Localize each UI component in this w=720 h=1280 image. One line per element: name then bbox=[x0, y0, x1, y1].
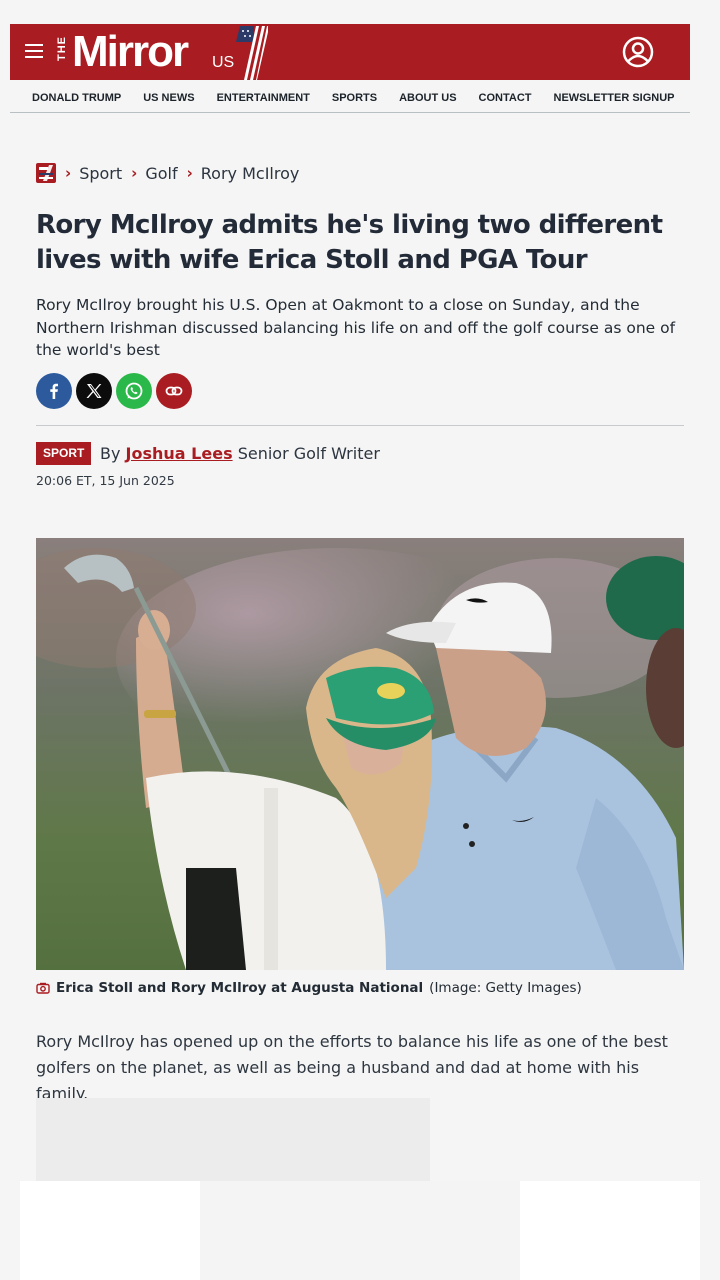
hero-image[interactable] bbox=[36, 538, 684, 970]
byline: By Joshua Lees Senior Golf Writer bbox=[100, 444, 380, 463]
mirror-home-icon[interactable] bbox=[36, 163, 56, 183]
nav-sports[interactable]: SPORTS bbox=[321, 86, 388, 112]
x-icon bbox=[86, 384, 102, 398]
ad-panel-right bbox=[520, 1181, 700, 1280]
nav-newsletter-signup[interactable]: NEWSLETTER SIGNUP bbox=[543, 86, 686, 112]
chevron-right-icon: › bbox=[131, 164, 138, 182]
whatsapp-share-button[interactable] bbox=[116, 373, 152, 409]
nav-contact[interactable]: CONTACT bbox=[468, 86, 543, 112]
article-standfirst: Rory McIlroy brought his U.S. Open at Oa… bbox=[36, 296, 676, 359]
nav-about-us[interactable]: ABOUT US bbox=[388, 86, 467, 112]
top-nav: DONALD TRUMP US NEWS ENTERTAINMENT SPORT… bbox=[10, 86, 690, 113]
breadcrumb-golf[interactable]: Golf bbox=[145, 164, 177, 183]
breadcrumb-rory-mcilroy[interactable]: Rory McIlroy bbox=[201, 164, 300, 183]
author-role: Senior Golf Writer bbox=[237, 444, 380, 463]
image-credit: (Image: Getty Images) bbox=[429, 980, 582, 996]
camera-icon bbox=[36, 982, 50, 994]
nav-donald-trump[interactable]: DONALD TRUMP bbox=[10, 86, 132, 112]
logo-us-text: US bbox=[212, 54, 235, 71]
ad-placeholder bbox=[36, 1098, 430, 1182]
menu-icon[interactable] bbox=[25, 44, 43, 58]
chevron-right-icon: › bbox=[65, 164, 72, 182]
caption-text: Erica Stoll and Rory McIlroy at Augusta … bbox=[56, 980, 424, 996]
copy-link-button[interactable] bbox=[156, 373, 192, 409]
logo-wordmark: Mirror bbox=[72, 27, 189, 76]
publish-timestamp: 20:06 ET, 15 Jun 2025 bbox=[36, 473, 175, 488]
ad-panel-left bbox=[20, 1181, 200, 1280]
facebook-share-button[interactable] bbox=[36, 373, 72, 409]
mirror-logo[interactable]: THE Mirror US bbox=[56, 26, 268, 80]
author-link[interactable]: Joshua Lees bbox=[126, 444, 233, 463]
share-bar bbox=[36, 373, 192, 409]
chevron-right-icon: › bbox=[186, 164, 193, 182]
x-share-button[interactable] bbox=[76, 373, 112, 409]
section-badge[interactable]: SPORT bbox=[36, 442, 92, 465]
article-headline: Rory McIlroy admits he's living two diff… bbox=[36, 210, 663, 275]
divider bbox=[36, 425, 684, 426]
byline-prefix: By bbox=[100, 444, 121, 463]
logo-the-text: THE bbox=[56, 36, 68, 61]
breadcrumb-sport[interactable]: Sport bbox=[79, 164, 122, 183]
sticky-ad-bar bbox=[20, 1181, 700, 1280]
nav-us-news[interactable]: US NEWS bbox=[132, 86, 205, 112]
facebook-icon bbox=[50, 383, 58, 399]
whatsapp-icon bbox=[125, 382, 143, 400]
account-icon[interactable] bbox=[622, 36, 654, 68]
image-caption: Erica Stoll and Rory McIlroy at Augusta … bbox=[36, 980, 582, 996]
flag-stripes-icon bbox=[236, 26, 268, 80]
masthead: THE Mirror US bbox=[10, 24, 690, 80]
link-icon bbox=[165, 386, 183, 396]
article-paragraph: Rory McIlroy has opened up on the effort… bbox=[36, 1032, 668, 1103]
breadcrumb: › Sport › Golf › Rory McIlroy bbox=[36, 162, 299, 184]
nav-entertainment[interactable]: ENTERTAINMENT bbox=[206, 86, 321, 112]
